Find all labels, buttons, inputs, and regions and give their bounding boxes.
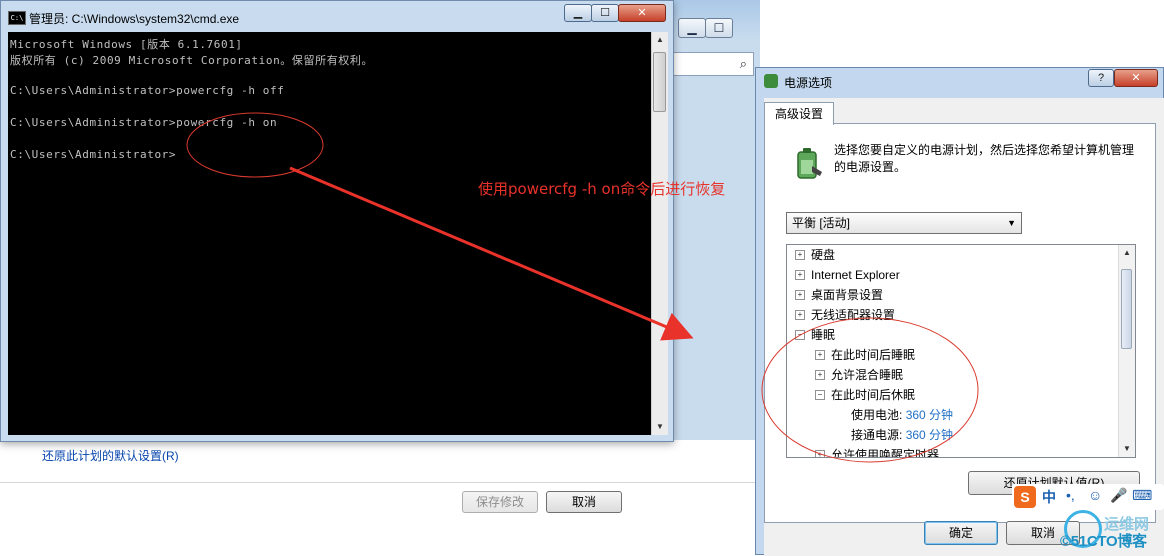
cmd-window: C:\ 管理员: C:\Windows\system32\cmd.exe ▁ ☐… bbox=[0, 0, 674, 442]
power-plan-select-value: 平衡 [活动] bbox=[792, 216, 851, 230]
restore-plan-defaults-link[interactable]: 还原此计划的默认设置(R) bbox=[42, 447, 179, 464]
ime-mode-toggle[interactable]: 中 bbox=[1042, 487, 1056, 507]
tree-item-label: 在此时间后休眠 bbox=[831, 388, 916, 402]
expand-icon[interactable]: + bbox=[795, 309, 805, 320]
scroll-up-arrow-icon[interactable]: ▲ bbox=[652, 32, 668, 48]
console-line: C:\Users\Administrator>powercfg -h on bbox=[10, 116, 278, 129]
console-line: 版权所有 (c) 2009 Microsoft Corporation。保留所有… bbox=[10, 54, 374, 67]
settings-tree[interactable]: + 硬盘 + Internet Explorer + 桌面背景设置 + 无线适配器设置 … bbox=[786, 244, 1136, 458]
on-battery-value[interactable]: 360 分钟 bbox=[906, 408, 953, 422]
cmd-window-title: 管理员: C:\Windows\system32\cmd.exe bbox=[29, 12, 240, 26]
expand-icon[interactable]: + bbox=[795, 269, 805, 280]
power-options-icon bbox=[764, 74, 778, 88]
help-button[interactable]: ? bbox=[1088, 69, 1114, 87]
watermark-line2: ©51CTO博客 bbox=[1060, 533, 1147, 550]
tree-item[interactable]: + 允许使用唤醒定时器 bbox=[815, 445, 940, 458]
scrollbar-thumb[interactable] bbox=[1121, 269, 1132, 349]
expand-icon[interactable]: + bbox=[795, 289, 805, 300]
tree-item-label: Internet Explorer bbox=[811, 268, 900, 282]
background-minimize-button[interactable]: ▁ bbox=[678, 18, 706, 38]
tree-item[interactable]: + 硬盘 bbox=[795, 245, 835, 265]
dialog-description: 选择您要自定义的电源计划，然后选择您希望计算机管理的电源设置。 bbox=[834, 143, 1135, 174]
background-cancel-button[interactable]: 取消 bbox=[546, 491, 622, 513]
tree-item[interactable]: − 睡眠 bbox=[795, 325, 835, 345]
tree-item-label: 接通电源: bbox=[851, 428, 903, 442]
emoji-icon[interactable]: ☺ bbox=[1088, 487, 1102, 503]
tree-scrollbar[interactable]: ▲ ▼ bbox=[1118, 245, 1135, 457]
console-line: Microsoft Windows [版本 6.1.7601] bbox=[10, 38, 243, 51]
cmd-minimize-button[interactable]: ▁ bbox=[564, 4, 592, 22]
expand-icon[interactable]: + bbox=[815, 349, 825, 360]
power-options-close-button[interactable]: ✕ bbox=[1114, 69, 1158, 87]
cmd-close-button[interactable]: ✕ bbox=[618, 4, 666, 22]
console-line: C:\Users\Administrator>powercfg -h off bbox=[10, 84, 285, 97]
punctuation-icon[interactable]: •, bbox=[1066, 487, 1075, 503]
watermark: 运维网 ©51CTO博客 bbox=[1060, 510, 1164, 555]
background-maximize-button[interactable]: ☐ bbox=[705, 18, 733, 38]
scroll-down-arrow-icon[interactable]: ▼ bbox=[1119, 441, 1135, 457]
expand-icon[interactable]: + bbox=[795, 249, 805, 260]
tab-advanced-settings[interactable]: 高级设置 bbox=[764, 102, 835, 125]
tree-item[interactable]: + Internet Explorer bbox=[795, 265, 900, 285]
tree-item-label: 硬盘 bbox=[811, 248, 836, 262]
save-changes-button[interactable]: 保存修改 bbox=[462, 491, 538, 513]
keyboard-icon[interactable]: ⌨ bbox=[1132, 487, 1152, 504]
cmd-maximize-button[interactable]: ☐ bbox=[591, 4, 619, 22]
tree-item-label: 允许使用唤醒定时器 bbox=[831, 448, 940, 458]
power-plan-select[interactable]: 平衡 [活动] ▼ bbox=[786, 212, 1022, 234]
search-icon[interactable]: ⌕ bbox=[740, 56, 747, 72]
tree-item-setting[interactable]: 使用电池: 360 分钟 bbox=[851, 405, 953, 425]
tree-item[interactable]: − 在此时间后休眠 bbox=[815, 385, 915, 405]
tree-item[interactable]: + 桌面背景设置 bbox=[795, 285, 883, 305]
expand-icon[interactable]: + bbox=[815, 449, 825, 457]
tree-item[interactable]: + 在此时间后睡眠 bbox=[815, 345, 915, 365]
tree-item-label: 在此时间后睡眠 bbox=[831, 348, 916, 362]
power-options-dialog: 电源选项 ? ✕ 高级设置 选择您要自定义的电源计划，然后选择您希望计算机管理的… bbox=[755, 67, 1164, 556]
collapse-icon[interactable]: − bbox=[795, 329, 805, 340]
scroll-down-arrow-icon[interactable]: ▼ bbox=[652, 419, 668, 435]
sogou-logo-icon[interactable]: S bbox=[1014, 486, 1036, 508]
tree-item[interactable]: + 无线适配器设置 bbox=[795, 305, 895, 325]
expand-icon[interactable]: + bbox=[815, 369, 825, 380]
console-line: C:\Users\Administrator> bbox=[10, 148, 177, 161]
power-options-title: 电源选项 bbox=[784, 76, 833, 90]
tree-item-label: 无线适配器设置 bbox=[811, 308, 896, 322]
cmd-icon: C:\ bbox=[8, 11, 26, 25]
tree-item-label: 桌面背景设置 bbox=[811, 288, 884, 302]
tree-item-label: 允许混合睡眠 bbox=[831, 368, 904, 382]
tree-item-setting[interactable]: 接通电源: 360 分钟 bbox=[851, 425, 953, 445]
annotation-text: 使用powercfg -h on命令后进行恢复 bbox=[478, 180, 726, 198]
ime-toolbar: S 中 •, ☺ 🎤 ⌨ bbox=[1012, 484, 1164, 510]
ok-button[interactable]: 确定 bbox=[924, 521, 998, 545]
scroll-up-arrow-icon[interactable]: ▲ bbox=[1119, 245, 1135, 261]
divider bbox=[0, 482, 756, 483]
scrollbar-thumb[interactable] bbox=[653, 52, 666, 112]
battery-plug-icon bbox=[797, 148, 822, 179]
cmd-scrollbar[interactable]: ▲ ▼ bbox=[651, 32, 668, 435]
tree-item-label: 使用电池: bbox=[851, 408, 903, 422]
plugged-in-value[interactable]: 360 分钟 bbox=[906, 428, 953, 442]
chevron-down-icon[interactable]: ▼ bbox=[1007, 213, 1016, 233]
microphone-icon[interactable]: 🎤 bbox=[1110, 487, 1127, 504]
tree-item-label: 睡眠 bbox=[811, 328, 836, 342]
collapse-icon[interactable]: − bbox=[815, 389, 825, 400]
tree-item[interactable]: + 允许混合睡眠 bbox=[815, 365, 903, 385]
cmd-console[interactable]: Microsoft Windows [版本 6.1.7601] 版权所有 (c)… bbox=[8, 32, 651, 435]
